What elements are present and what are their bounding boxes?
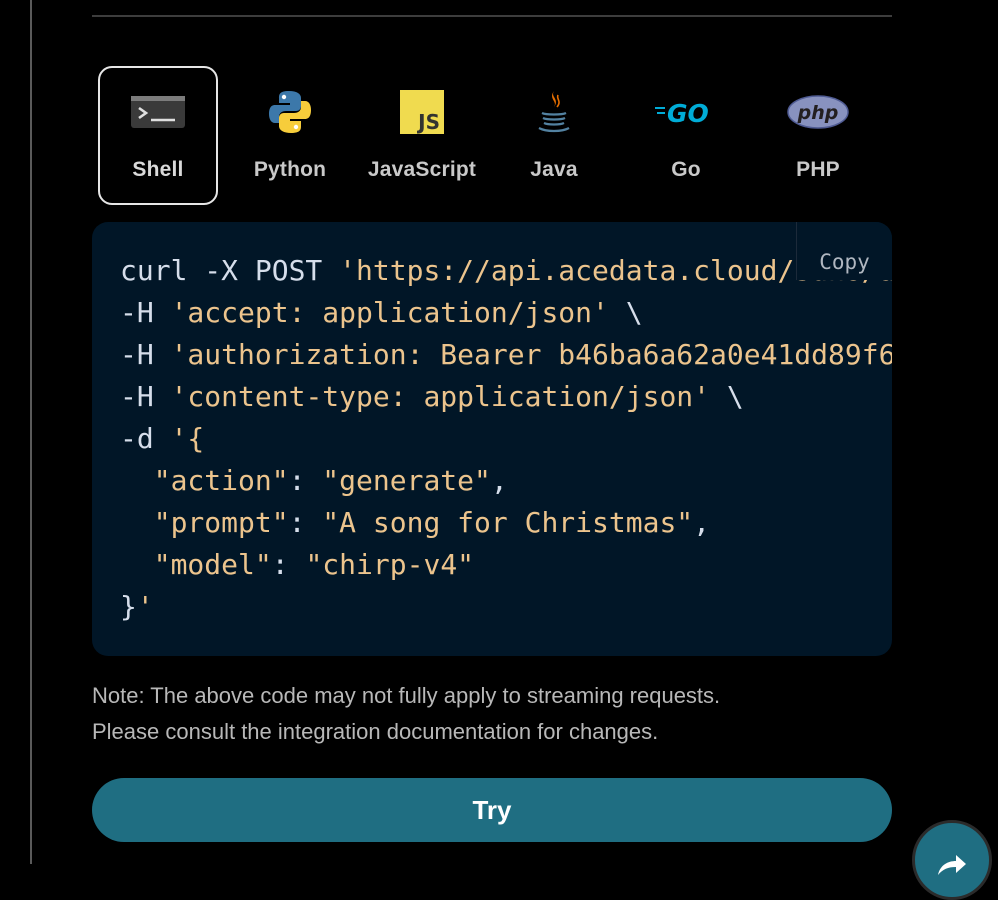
svg-text:GO: GO (667, 99, 709, 127)
python-icon (267, 90, 313, 134)
tab-label: Java (530, 158, 578, 181)
terminal-icon (131, 90, 185, 134)
share-fab-button[interactable] (912, 820, 992, 900)
copy-button[interactable]: Copy (796, 222, 892, 280)
code-line: -H 'accept: application/json' \ (120, 296, 643, 329)
tab-label: JavaScript (367, 158, 477, 181)
tab-php[interactable]: php PHP (758, 66, 878, 205)
share-icon (938, 855, 966, 875)
tab-go[interactable]: GO Go (626, 66, 746, 205)
code-line: curl -X POST 'https://api.acedata.cloud/… (120, 254, 892, 287)
tab-python[interactable]: Python (230, 66, 350, 205)
code-line: "action": "generate", (153, 464, 508, 497)
java-icon (536, 90, 572, 134)
tab-shell[interactable]: Shell (98, 66, 218, 205)
php-icon: php (787, 90, 849, 134)
tab-label: Shell (132, 158, 184, 181)
tab-label: PHP (796, 158, 840, 181)
tab-java[interactable]: Java (494, 66, 614, 205)
code-line: "model": "chirp-v4" (153, 548, 475, 581)
svg-text:php: php (797, 102, 839, 124)
code-line: }' (120, 590, 154, 623)
note-line: Note: The above code may not fully apply… (92, 683, 721, 708)
left-border-line (30, 0, 32, 864)
code-line: "prompt": "A song for Christmas", (153, 506, 711, 539)
svg-text:JS: JS (416, 110, 440, 134)
tab-label: Python (253, 158, 327, 181)
tab-javascript[interactable]: JS JavaScript (362, 66, 482, 205)
tab-label: Go (671, 158, 701, 181)
section-divider (92, 15, 892, 17)
code-block: curl -X POST 'https://api.acedata.cloud/… (92, 222, 892, 656)
streaming-note: Note: The above code may not fully apply… (92, 678, 892, 750)
code-snippet: curl -X POST 'https://api.acedata.cloud/… (120, 250, 892, 628)
code-line: -H 'content-type: application/json' \ (120, 380, 744, 413)
javascript-icon: JS (400, 90, 444, 134)
code-line: -H 'authorization: Bearer b46ba6a62a0e41… (120, 338, 892, 371)
try-button[interactable]: Try (92, 778, 892, 842)
note-line: Please consult the integration documenta… (92, 719, 659, 744)
language-tabs: Shell Python JS JavaScript Java GO Go ph… (98, 66, 890, 205)
go-icon: GO (655, 90, 717, 134)
code-line: -d '{ (120, 422, 205, 455)
copy-label: Copy (819, 250, 870, 274)
